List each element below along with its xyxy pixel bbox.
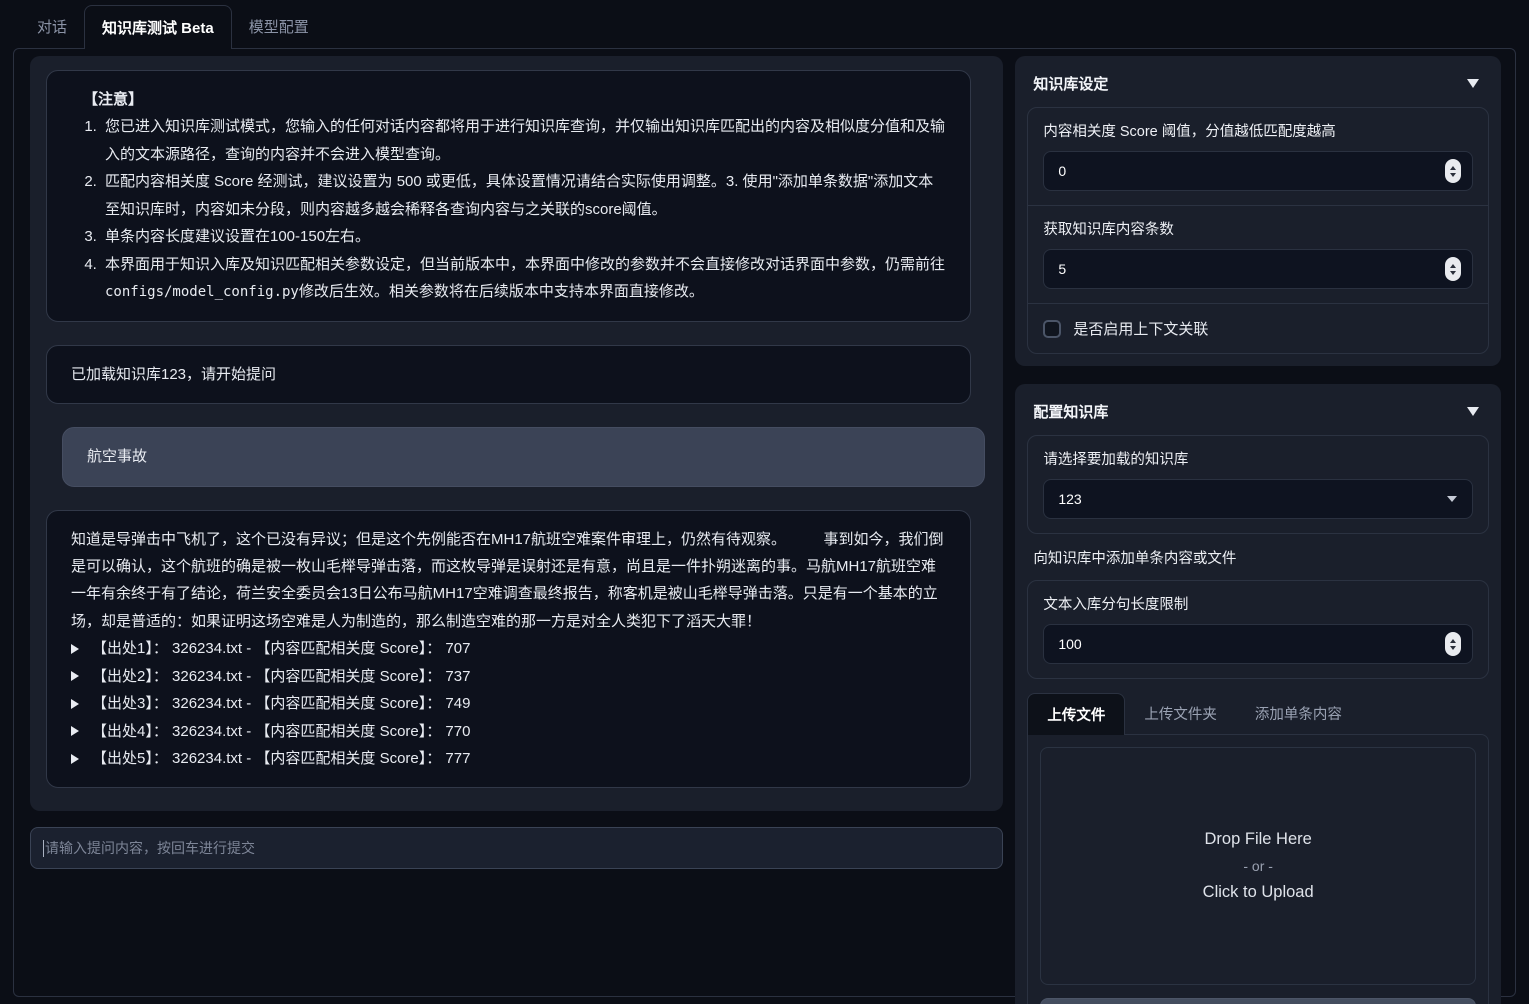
config-file-path: configs/model_config.py [105,284,299,300]
sentence-length-row: 文本入库分句长度限制 100 [1028,581,1488,678]
kb-select-row: 请选择要加载的知识库 123 [1028,436,1488,533]
knowledge-base-test-panel: 【注意】 您已进入知识库测试模式，您输入的任何对话内容都将用于进行知识库查询，并… [13,48,1516,997]
upload-tab-bar: 上传文件 上传文件夹 添加单条内容 [1027,693,1489,734]
tab-model-config[interactable]: 模型配置 [232,5,326,48]
kb-config-title: 配置知识库 [1033,401,1108,422]
source-detail-4[interactable]: 【出处4】： 326234.txt - 【内容匹配相关度 Score】： 770 [71,718,946,745]
source-detail-1[interactable]: 【出处1】： 326234.txt - 【内容匹配相关度 Score】： 707 [71,635,946,662]
context-link-checkbox[interactable] [1043,320,1061,338]
kb-config-accordion: 配置知识库 请选择要加载的知识库 123 向知识库中添加单条内容或文件 文本入库… [1015,384,1501,1004]
number-stepper-icon[interactable] [1445,632,1461,656]
notice-list: 您已进入知识库测试模式，您输入的任何对话内容都将用于进行知识库查询，并仅输出知识… [101,113,946,305]
tab-upload-file[interactable]: 上传文件 [1027,693,1125,735]
answer-text: 知道是导弹击中飞机了，这个已没有异议；但是这个先例能否在MH17航班空难案件审理… [71,526,946,636]
accordion-collapse-icon [1467,407,1479,416]
number-stepper-icon[interactable] [1445,159,1461,183]
notice-item: 单条内容长度建议设置在100-150左右。 [101,223,946,250]
notice-title: 【注意】 [71,86,946,113]
source-detail-5[interactable]: 【出处5】： 326234.txt - 【内容匹配相关度 Score】： 777 [71,745,946,772]
context-link-checkbox-row[interactable]: 是否启用上下文关联 [1028,303,1488,353]
bot-message-answer: 知道是导弹击中飞机了，这个已没有异议；但是这个先例能否在MH17航班空难案件审理… [46,510,971,789]
expand-arrow-icon [71,754,79,764]
text-caret [43,840,44,857]
kb-settings-title: 知识库设定 [1033,73,1108,94]
score-threshold-label: 内容相关度 Score 阈值，分值越低匹配度越高 [1043,120,1473,141]
expand-arrow-icon [71,699,79,709]
score-threshold-input[interactable]: 0 [1043,151,1473,191]
kb-settings-accordion-header[interactable]: 知识库设定 [1027,68,1489,107]
expand-arrow-icon [71,671,79,681]
source-detail-2[interactable]: 【出处2】： 326234.txt - 【内容匹配相关度 Score】： 737 [71,663,946,690]
settings-column: 知识库设定 内容相关度 Score 阈值，分值越低匹配度越高 0 获取知识库内容… [1015,56,1501,982]
chevron-down-icon [1447,496,1457,502]
kb-settings-group: 内容相关度 Score 阈值，分值越低匹配度越高 0 获取知识库内容条数 5 [1027,107,1489,354]
kb-select-group: 请选择要加载的知识库 123 [1027,435,1489,534]
sentence-length-label: 文本入库分句长度限制 [1043,593,1473,614]
tab-dialog[interactable]: 对话 [20,5,84,48]
question-input[interactable] [45,840,990,856]
content-count-row: 获取知识库内容条数 5 [1028,205,1488,303]
notice-item: 本界面用于知识入库及知识匹配相关参数设定，但当前版本中，本界面中修改的参数并不会… [101,251,946,306]
add-content-section-label: 向知识库中添加单条内容或文件 [1033,547,1483,568]
dropzone-line2: - or - [1243,858,1273,874]
kb-config-accordion-header[interactable]: 配置知识库 [1027,396,1489,435]
notice-item: 您已进入知识库测试模式，您输入的任何对话内容都将用于进行知识库查询，并仅输出知识… [101,113,946,168]
add-content-section-row: 向知识库中添加单条内容或文件 [1027,534,1489,580]
dropzone-line1: Drop File Here [1205,830,1312,849]
tab-upload-folder[interactable]: 上传文件夹 [1125,693,1236,734]
tab-add-single-content[interactable]: 添加单条内容 [1236,693,1361,734]
score-threshold-row: 内容相关度 Score 阈值，分值越低匹配度越高 0 [1028,108,1488,205]
file-dropzone[interactable]: Drop File Here - or - Click to Upload [1040,747,1476,985]
chat-column: 【注意】 您已进入知识库测试模式，您输入的任何对话内容都将用于进行知识库查询，并… [30,56,1003,982]
content-count-input[interactable]: 5 [1043,249,1473,289]
dropzone-line3: Click to Upload [1203,883,1314,902]
sentence-length-group: 文本入库分句长度限制 100 [1027,580,1489,679]
source-detail-3[interactable]: 【出处3】： 326234.txt - 【内容匹配相关度 Score】： 749 [71,690,946,717]
expand-arrow-icon [71,726,79,736]
sentence-length-input[interactable]: 100 [1043,624,1473,664]
kb-select-dropdown[interactable]: 123 [1043,479,1473,519]
number-stepper-icon[interactable] [1445,257,1461,281]
question-input-box [30,827,1003,869]
upload-file-tab-panel: Drop File Here - or - Click to Upload 上传… [1027,734,1489,1004]
chatbot-panel: 【注意】 您已进入知识库测试模式，您输入的任何对话内容都将用于进行知识库查询，并… [30,56,1003,811]
accordion-collapse-icon [1467,79,1479,88]
expand-arrow-icon [71,644,79,654]
kb-select-label: 请选择要加载的知识库 [1043,448,1473,469]
upload-tabs-block: 上传文件 上传文件夹 添加单条内容 Drop File Here - or - … [1027,693,1489,1004]
notice-message: 【注意】 您已进入知识库测试模式，您输入的任何对话内容都将用于进行知识库查询，并… [46,70,971,322]
tab-knowledge-base-test[interactable]: 知识库测试 Beta [84,5,232,49]
user-message: 航空事故 [62,427,985,486]
kb-settings-accordion: 知识库设定 内容相关度 Score 阈值，分值越低匹配度越高 0 获取知识库内容… [1015,56,1501,366]
context-link-label: 是否启用上下文关联 [1073,318,1208,339]
notice-item: 匹配内容相关度 Score 经测试，建议设置为 500 或更低，具体设置情况请结… [101,168,946,223]
content-count-label: 获取知识库内容条数 [1043,218,1473,239]
upload-and-load-kb-button[interactable]: 上传文件并加载知识库 [1040,998,1476,1004]
main-tab-bar: 对话 知识库测试 Beta 模型配置 [0,0,1529,48]
bot-message-loaded: 已加载知识库123，请开始提问 [46,345,971,404]
